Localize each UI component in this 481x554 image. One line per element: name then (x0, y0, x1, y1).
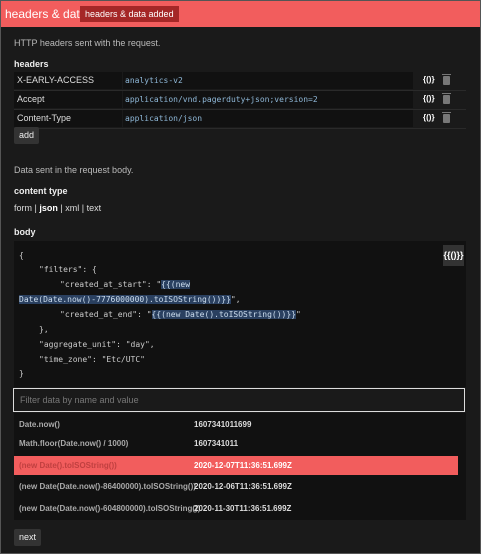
suggestion-value: 2020-12-06T11:36:51.699Z (194, 482, 292, 491)
code-line: }, (39, 325, 49, 334)
content-type-json[interactable]: json (39, 203, 58, 213)
template-expression: {{(new (161, 280, 191, 289)
header-row: X-EARLY-ACCESS analytics-v2 {()} (14, 72, 466, 91)
suggestion-value: 2020-11-30T11:36:51.699Z (194, 504, 292, 513)
content-type-text[interactable]: text (87, 203, 102, 213)
suggestion-item[interactable]: (new Date(Date.now()-604800000).toISOStr… (14, 499, 458, 518)
template-expression: {{(new Date().toISOString())}} (151, 310, 297, 319)
content-type-label: content type (14, 186, 68, 196)
code-line: "created_at_start": "{{(new (60, 280, 191, 289)
header-key-input[interactable]: Accept (14, 91, 122, 108)
section-header: headers & data headers & data added (1, 1, 480, 27)
content-type-selector: form | json | xml | text (14, 203, 101, 213)
header-value-input[interactable]: application/vnd.pagerduty+json;version=2 (123, 91, 413, 108)
code-text: " (296, 310, 301, 319)
insert-variable-button[interactable]: {()} (423, 94, 435, 103)
add-header-button[interactable]: add (14, 127, 40, 144)
code-line: "filters": { (39, 265, 97, 274)
suggestion-list: Date.now() 1607341011699 Math.floor(Date… (14, 413, 466, 520)
insert-variable-button[interactable]: {()} (423, 113, 435, 122)
headers-label: headers (14, 59, 49, 69)
suggestion-name: Date.now() (19, 420, 60, 429)
insert-variable-button[interactable]: {{()}} (443, 245, 464, 266)
separator: | (81, 203, 85, 213)
suggestion-item[interactable]: (new Date(Date.now()-86400000).toISOStri… (14, 477, 458, 496)
next-button[interactable]: next (14, 529, 42, 546)
separator: | (34, 203, 37, 213)
code-text: ", (230, 295, 241, 304)
suggestion-item-selected[interactable]: (new Date().toISOString()) 2020-12-07T11… (14, 456, 458, 475)
suggestion-value: 1607341011699 (194, 420, 252, 429)
header-value-input[interactable]: analytics-v2 (123, 72, 413, 89)
header-key-input[interactable]: X-EARLY-ACCESS (14, 72, 122, 89)
header-key-input[interactable]: Content-Type (14, 110, 122, 127)
suggestion-name: (new Date(Date.now()-604800000).toISOStr… (19, 504, 201, 513)
status-badge: headers & data added (80, 6, 179, 22)
header-value-input[interactable]: application/json (123, 110, 413, 127)
code-key: "created_at_end": " (60, 310, 152, 319)
headers-table: X-EARLY-ACCESS analytics-v2 {()} Accept … (14, 72, 466, 129)
header-row: Accept application/vnd.pagerduty+json;ve… (14, 91, 466, 110)
insert-variable-button[interactable]: {()} (423, 75, 435, 84)
content-type-form[interactable]: form (14, 203, 32, 213)
filter-input[interactable] (13, 388, 465, 412)
template-expression: Date(Date.now()-7776000000).toISOString(… (19, 295, 231, 304)
code-line: "time_zone": "Etc/UTC" (39, 355, 145, 364)
suggestion-name: (new Date().toISOString()) (19, 461, 117, 470)
data-description: Data sent in the request body. (14, 165, 134, 175)
code-key: "created_at_start": " (60, 280, 162, 289)
suggestion-name: (new Date(Date.now()-86400000).toISOStri… (19, 482, 196, 491)
suggestion-item[interactable]: Date.now() 1607341011699 (14, 415, 458, 434)
suggestion-value: 1607341011 (194, 439, 239, 448)
suggestion-value: 2020-12-07T11:36:51.699Z (194, 461, 292, 470)
separator: | (60, 203, 63, 213)
trash-icon[interactable] (442, 112, 451, 123)
section-title: headers & data (5, 7, 87, 21)
trash-icon[interactable] (442, 93, 451, 104)
content-type-xml[interactable]: xml (65, 203, 79, 213)
code-line: "aggregate_unit": "day", (39, 340, 155, 349)
code-line: } (19, 369, 24, 378)
body-editor[interactable]: { "filters": { "created_at_start": "{{(n… (14, 241, 466, 387)
header-row: Content-Type application/json {()} (14, 110, 466, 129)
body-label: body (14, 227, 36, 237)
suggestion-name: Math.floor(Date.now() / 1000) (19, 439, 129, 448)
suggestion-item[interactable]: Math.floor(Date.now() / 1000) 1607341011 (14, 434, 458, 453)
headers-description: HTTP headers sent with the request. (14, 38, 161, 48)
code-line: { (19, 251, 24, 260)
trash-icon[interactable] (442, 74, 451, 85)
code-line: "created_at_end": "{{(new Date().toISOSt… (60, 310, 301, 319)
code-line: Date(Date.now()-7776000000).toISOString(… (19, 295, 241, 304)
